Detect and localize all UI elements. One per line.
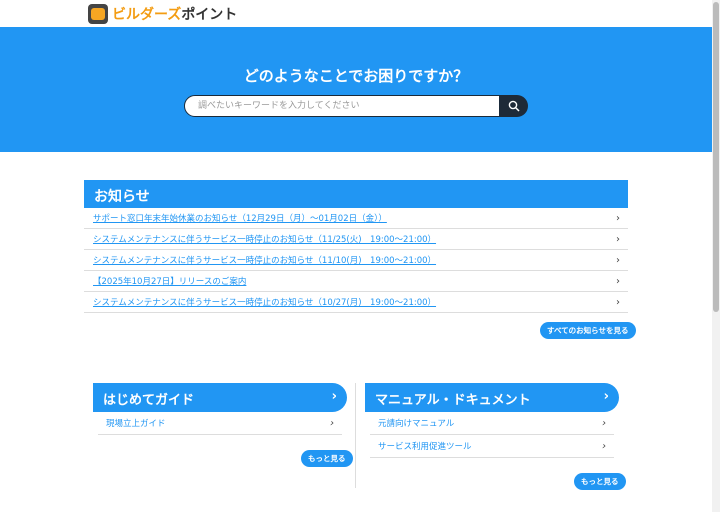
all-notices-button[interactable]: すべてのお知らせを見る bbox=[540, 322, 636, 339]
guide-item[interactable]: 現場立上ガイド › bbox=[98, 412, 342, 435]
notice-section: お知らせ サポート窓口年末年始休業のお知らせ（12月29日（月）〜01月02日（… bbox=[84, 180, 628, 313]
logo-text: ビルダーズ bbox=[112, 7, 182, 23]
notice-item[interactable]: システムメンテナンスに伴うサービス一時停止のお知らせ（10/27(月) 19:0… bbox=[84, 292, 628, 313]
logo-mascot-icon bbox=[88, 4, 108, 24]
guide-card: はじめてガイド › 現場立上ガイド › bbox=[93, 383, 347, 435]
manual-title: マニュアル・ドキュメント bbox=[375, 393, 531, 408]
guide-more-button[interactable]: もっと見る bbox=[301, 450, 353, 467]
notice-link[interactable]: サポート窓口年末年始休業のお知らせ（12月29日（月）〜01月02日（金）） bbox=[93, 212, 387, 224]
notice-link[interactable]: システムメンテナンスに伴うサービス一時停止のお知らせ（11/10(月) 19:0… bbox=[93, 254, 436, 266]
scrollbar-thumb[interactable] bbox=[713, 2, 719, 312]
notice-item[interactable]: サポート窓口年末年始休業のお知らせ（12月29日（月）〜01月02日（金）） › bbox=[84, 208, 628, 229]
manual-card: マニュアル・ドキュメント › 元請向けマニュアル › サービス利用促進ツール › bbox=[365, 383, 619, 458]
chevron-right-icon: › bbox=[616, 254, 620, 266]
search-icon bbox=[508, 100, 520, 112]
chevron-right-icon: › bbox=[330, 417, 334, 429]
chevron-right-icon: › bbox=[616, 296, 620, 308]
chevron-right-icon: › bbox=[616, 212, 620, 224]
guide-header[interactable]: はじめてガイド › bbox=[93, 383, 347, 412]
manual-more-button[interactable]: もっと見る bbox=[574, 473, 626, 490]
hero: どのようなことでお困りですか？ bbox=[0, 29, 712, 152]
notice-item[interactable]: システムメンテナンスに伴うサービス一時停止のお知らせ（11/10(月) 19:0… bbox=[84, 250, 628, 271]
notice-link[interactable]: 【2025年10月27日】リリースのご案内 bbox=[93, 275, 246, 287]
search-input[interactable] bbox=[184, 95, 500, 117]
chevron-right-icon: › bbox=[616, 233, 620, 245]
guide-title: はじめてガイド bbox=[103, 393, 195, 408]
notice-title: お知らせ bbox=[84, 180, 628, 208]
manual-header[interactable]: マニュアル・ドキュメント › bbox=[365, 383, 619, 412]
logo[interactable]: ビルダーズポイント bbox=[88, 4, 237, 24]
hero-title: どのようなことでお困りですか？ bbox=[243, 67, 469, 85]
notice-item[interactable]: システムメンテナンスに伴うサービス一時停止のお知らせ（11/25(火) 19:0… bbox=[84, 229, 628, 250]
notice-item[interactable]: 【2025年10月27日】リリースのご案内 › bbox=[84, 271, 628, 292]
chevron-right-icon: › bbox=[331, 389, 337, 404]
chevron-right-icon: › bbox=[602, 440, 606, 452]
header: ビルダーズポイント bbox=[0, 0, 712, 29]
search-button[interactable] bbox=[500, 95, 528, 117]
search-bar bbox=[184, 95, 528, 117]
logo-text-2: ポイント bbox=[181, 7, 238, 23]
scrollbar[interactable] bbox=[712, 0, 720, 512]
notice-link[interactable]: システムメンテナンスに伴うサービス一時停止のお知らせ（10/27(月) 19:0… bbox=[93, 296, 436, 308]
chevron-right-icon: › bbox=[603, 389, 609, 404]
chevron-right-icon: › bbox=[616, 275, 620, 287]
notice-link[interactable]: システムメンテナンスに伴うサービス一時停止のお知らせ（11/25(火) 19:0… bbox=[93, 233, 436, 245]
chevron-right-icon: › bbox=[602, 417, 606, 429]
manual-item[interactable]: 元請向けマニュアル › bbox=[370, 412, 614, 435]
manual-item[interactable]: サービス利用促進ツール › bbox=[370, 435, 614, 458]
divider bbox=[355, 383, 356, 488]
